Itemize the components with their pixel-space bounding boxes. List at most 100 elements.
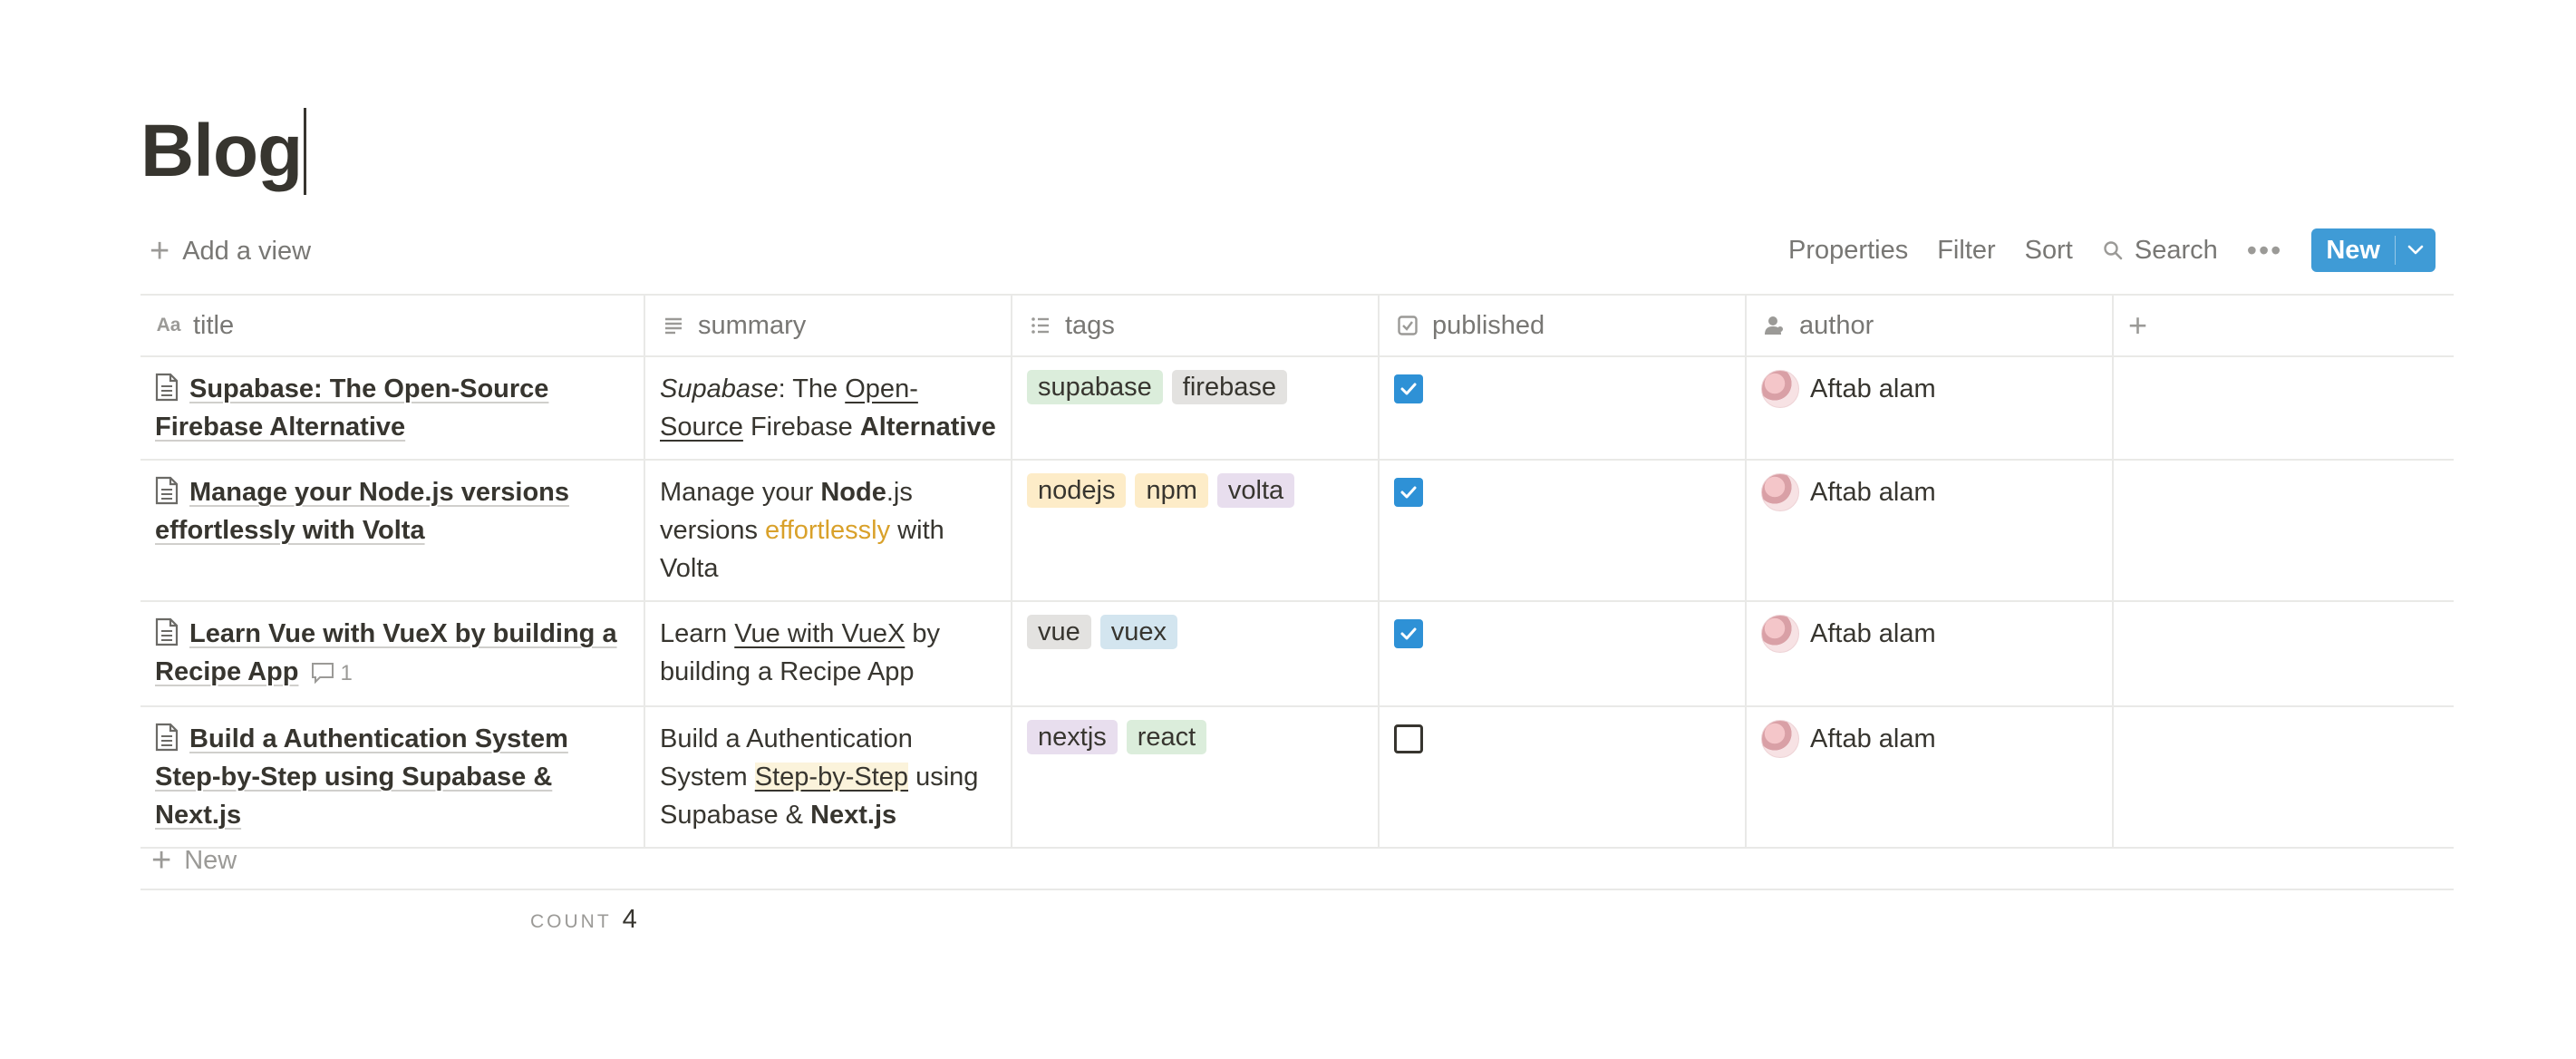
published-cell (1380, 461, 1747, 600)
author-name: Aftab alam (1810, 478, 1936, 507)
author-cell[interactable]: Aftab alam (1747, 602, 2114, 705)
summary-text: Vue with VueX (734, 619, 905, 648)
table-row[interactable]: Learn Vue with VueX by building a Recipe… (140, 602, 2454, 707)
summary-text: Node (820, 478, 886, 507)
column-header-tags-label: tags (1065, 311, 1115, 340)
checkmark-icon (1400, 486, 1417, 499)
table-row[interactable]: Manage your Node.js versions effortlessl… (140, 461, 2454, 602)
title-cell[interactable]: Supabase: The Open-Source Firebase Alter… (140, 357, 645, 459)
avatar (1761, 720, 1799, 758)
tag-volta: volta (1216, 473, 1295, 508)
search-label: Search (2134, 235, 2218, 265)
empty-cell (2114, 707, 2454, 847)
tag-nextjs: nextjs (1027, 720, 1118, 754)
tag-supabase: supabase (1027, 370, 1163, 404)
database-table: Aa title summary tags published author +… (140, 294, 2454, 849)
count-value: 4 (622, 905, 637, 934)
tags-cell[interactable]: nextjs react (1012, 707, 1380, 847)
comment-count-value: 1 (340, 661, 353, 685)
search-button[interactable]: Search (2102, 236, 2218, 266)
page-icon (155, 476, 179, 505)
count-label: COUNT (530, 911, 612, 932)
tag-nodejs: nodejs (1027, 473, 1127, 508)
tags-cell[interactable]: vue vuex (1012, 602, 1380, 705)
page-icon (155, 617, 179, 646)
summary-text: Learn (660, 619, 735, 648)
text-lines-icon (660, 312, 687, 339)
row-title[interactable]: Supabase: The Open-Source Firebase Alter… (155, 374, 548, 442)
tags-cell[interactable]: nodejs npm volta (1012, 461, 1380, 600)
published-cell (1380, 707, 1747, 847)
summary-text: effortlessly (765, 516, 891, 545)
column-header-summary[interactable]: summary (645, 296, 1012, 355)
avatar (1761, 615, 1799, 653)
plus-icon: + (2128, 306, 2148, 344)
page-icon (155, 373, 179, 402)
summary-text: Next.js (810, 801, 897, 830)
new-button[interactable]: New (2311, 228, 2395, 272)
summary-text: Supabase (660, 374, 779, 403)
column-header-title-label: title (193, 311, 235, 340)
author-cell[interactable]: Aftab alam (1747, 357, 2114, 459)
text-type-icon: Aa (156, 315, 181, 335)
column-header-tags[interactable]: tags (1012, 296, 1380, 355)
plus-icon: + (151, 840, 172, 879)
tag-firebase: firebase (1171, 370, 1287, 404)
more-options-icon[interactable]: ••• (2247, 234, 2283, 267)
checkmark-icon (1400, 383, 1417, 395)
title-cell[interactable]: Learn Vue with VueX by building a Recipe… (140, 602, 645, 705)
count-summary[interactable]: COUNT 4 (530, 905, 637, 935)
column-header-title[interactable]: Aa title (140, 296, 645, 355)
author-cell[interactable]: Aftab alam (1747, 707, 2114, 847)
author-name: Aftab alam (1810, 619, 1936, 648)
tags-cell[interactable]: supabase firebase (1012, 357, 1380, 459)
title-cell[interactable]: Manage your Node.js versions effortlessl… (140, 461, 645, 600)
row-title[interactable]: Manage your Node.js versions effortlessl… (155, 478, 569, 545)
add-new-row-button[interactable]: + New (140, 832, 2454, 890)
toolbar-actions: Properties Filter Sort Search ••• New (1788, 228, 2436, 272)
column-header-author[interactable]: author (1747, 296, 2114, 355)
tag-npm: npm (1135, 473, 1208, 508)
search-icon (2102, 239, 2124, 261)
column-header-published[interactable]: published (1380, 296, 1747, 355)
summary-cell[interactable]: Supabase: The Open-Source Firebase Alter… (645, 357, 1012, 459)
person-icon (1761, 312, 1788, 339)
page-title-text[interactable]: Blog (140, 102, 303, 201)
author-cell[interactable]: Aftab alam (1747, 461, 2114, 600)
summary-cell[interactable]: Build a Authentication System Step-by-St… (645, 707, 1012, 847)
published-checkbox[interactable] (1394, 724, 1423, 753)
summary-text: Manage your (660, 478, 821, 507)
add-property-button[interactable]: + (2114, 296, 2454, 355)
summary-cell[interactable]: Learn Vue with VueX by building a Recipe… (645, 602, 1012, 705)
view-toolbar: + Add a view Properties Filter Sort Sear… (140, 227, 2436, 276)
summary-cell[interactable]: Manage your Node.js versions effortlessl… (645, 461, 1012, 600)
published-checkbox[interactable] (1394, 374, 1423, 403)
new-dropdown-button[interactable] (2396, 228, 2436, 272)
comment-count[interactable]: 1 (311, 661, 353, 685)
column-header-author-label: author (1799, 311, 1874, 340)
empty-cell (2114, 357, 2454, 459)
row-title[interactable]: Build a Authentication System Step-by-St… (155, 724, 568, 830)
author-name: Aftab alam (1810, 724, 1936, 753)
published-cell (1380, 602, 1747, 705)
filter-button[interactable]: Filter (1937, 236, 1995, 266)
published-cell (1380, 357, 1747, 459)
new-button-group: New (2311, 228, 2436, 272)
row-title[interactable]: Learn Vue with VueX by building a Recipe… (155, 619, 617, 686)
published-checkbox[interactable] (1394, 619, 1423, 648)
title-cell[interactable]: Build a Authentication System Step-by-St… (140, 707, 645, 847)
page-title[interactable]: Blog (140, 102, 307, 201)
database-page: Blog + Add a view Properties Filter Sort… (0, 0, 2576, 1059)
column-header-summary-label: summary (698, 311, 807, 340)
add-view-button[interactable]: + Add a view (150, 232, 311, 271)
sort-button[interactable]: Sort (2025, 236, 2073, 266)
text-caret (304, 108, 307, 195)
multi-select-icon (1027, 312, 1054, 339)
table-row[interactable]: Supabase: The Open-Source Firebase Alter… (140, 357, 2454, 461)
properties-button[interactable]: Properties (1788, 236, 1908, 266)
summary-text: Step-by-Step (754, 763, 909, 792)
published-checkbox[interactable] (1394, 478, 1423, 507)
table-row[interactable]: Build a Authentication System Step-by-St… (140, 707, 2454, 849)
tag-react: react (1126, 720, 1207, 754)
summary-text: : The (778, 374, 846, 403)
